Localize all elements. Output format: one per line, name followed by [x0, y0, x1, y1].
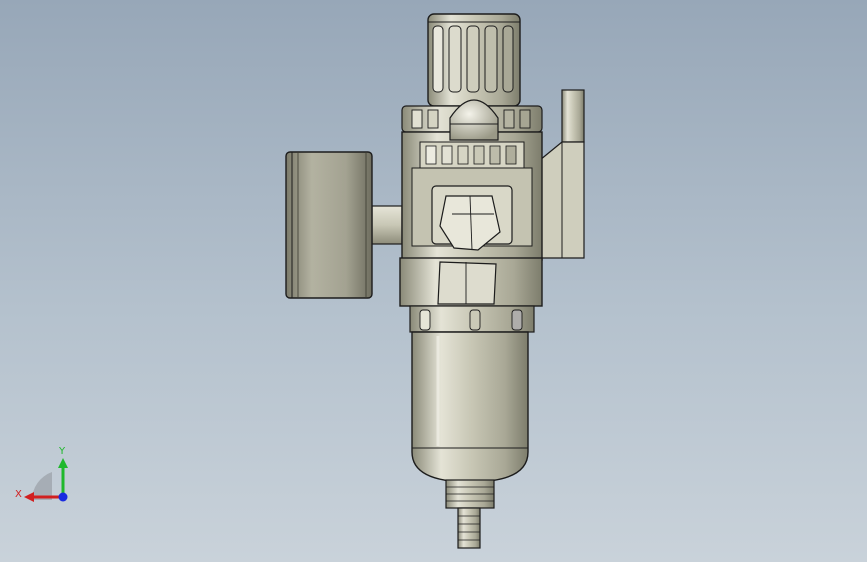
bowl-guard	[399, 257, 543, 333]
coordinate-triad[interactable]: Y X	[12, 440, 82, 510]
adjustment-knob	[427, 13, 521, 107]
regulator-body	[401, 131, 543, 261]
x-axis-label: X	[15, 489, 22, 500]
y-axis-label: Y	[58, 446, 66, 457]
filter-bowl	[411, 331, 529, 483]
pressure-gauge	[285, 151, 403, 299]
drain-valve	[445, 479, 495, 549]
z-axis-dot	[58, 492, 68, 502]
y-axis-arrowhead	[58, 458, 68, 468]
3d-viewport[interactable]: Y X	[0, 0, 867, 562]
cad-model[interactable]	[0, 0, 867, 562]
x-axis-arrowhead	[24, 492, 34, 502]
